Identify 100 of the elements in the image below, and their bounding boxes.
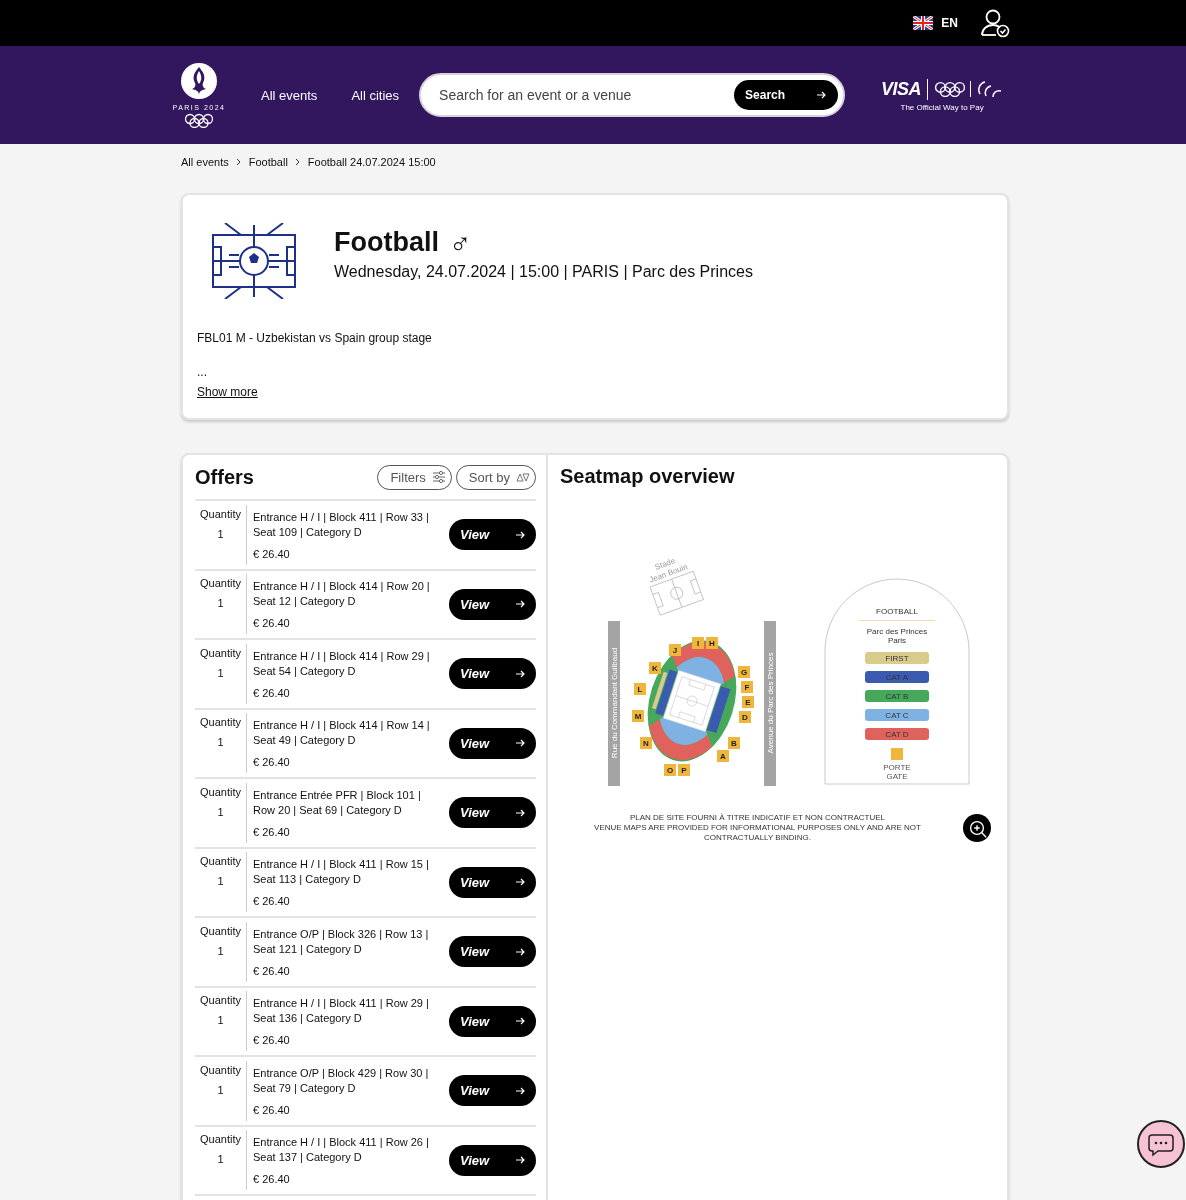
ellipsis-text: ... [197,365,208,379]
offer-price: € 26.40 [253,825,291,838]
quantity-value: 1 [217,666,224,679]
show-more-link[interactable]: Show more [197,385,258,399]
gate-marker: B [728,737,740,749]
offer-price: € 26.40 [253,617,291,630]
view-button[interactable]: View [449,866,536,898]
chevron-right-icon [294,158,301,166]
category-legend-item: CAT B [865,690,929,702]
view-button[interactable]: View [449,519,536,551]
category-legend-item: CAT C [865,709,929,721]
gate-marker: K [649,662,661,674]
category-legend-item: CAT D [865,728,929,740]
map-disclaimer: PLAN DE SITE FOURNI À TITRE INDICATIF ET NON CONTRACTUEL [628,813,887,823]
gate-legend-label: GATE [886,772,908,781]
offer-price: € 26.40 [253,964,291,977]
quantity-label: Quantity [200,994,241,1007]
flag-icon[interactable] [913,16,934,30]
chat-button[interactable] [1137,1120,1185,1168]
zoom-in-button[interactable] [963,814,991,842]
city-name: Paris [887,636,907,645]
arrow-right-icon [515,738,525,749]
view-button[interactable]: View [449,727,536,759]
nav-link[interactable]: All cities [351,87,400,103]
offer-price: € 26.40 [253,1034,291,1047]
male-symbol: ♂ [449,227,472,258]
gate-marker: E [742,696,754,708]
quantity-value: 1 [217,944,224,957]
sliders-icon [431,470,446,484]
offer-price: € 26.40 [253,686,291,699]
chat-bubble-icon [1148,1131,1174,1157]
quantity-label: Quantity [200,646,241,659]
gate-marker: J [669,644,681,656]
breadcrumb-link[interactable]: All events [181,156,229,168]
nav-link[interactable]: All events [261,87,318,103]
event-description: FBL01 M - Uzbekistan vs Spain group stage [197,331,433,345]
category-legend-item: CAT A [865,671,929,683]
offer-description: Entrance H / I | Block 414 | Row 20 | Seat 12 | Category D [253,579,431,610]
gate-marker: G [738,666,750,678]
view-button[interactable]: View [449,797,536,829]
quantity-value: 1 [217,1153,224,1166]
view-button[interactable]: View [449,936,536,968]
offer-price: € 26.40 [253,1173,291,1186]
offer-description: Entrance H / I | Block 414 | Row 14 | Seat 49 | Category D [253,718,431,749]
flame-emblem-icon [180,62,218,100]
quantity-value: 1 [217,1014,224,1027]
view-button[interactable]: View [449,1144,536,1176]
offer-description: Entrance H / I | Block 414 | Row 29 | Seat 54 | Category D [253,648,431,679]
offer-price: € 26.40 [253,895,291,908]
arrow-right-icon [515,946,525,957]
event-title: Football [334,227,439,258]
view-button[interactable]: View [449,1005,536,1037]
breadcrumb-link[interactable]: Football 24.07.2024 15:00 [307,156,436,168]
quantity-value: 1 [217,875,224,888]
arrow-right-icon [816,90,827,100]
quantity-label: Quantity [200,577,241,590]
filters-button[interactable]: Filters [377,464,452,490]
gate-marker: I [692,637,704,649]
arrow-right-icon [515,668,525,679]
offer-description: Entrance H / I | Block 411 | Row 15 | Seat 113 | Category D [253,857,430,888]
category-legend-item: FIRST [865,652,929,664]
seatmap-title: Seatmap overview [560,465,736,488]
quantity-value: 1 [217,805,224,818]
gate-legend-marker [891,748,903,760]
language-selector[interactable]: EN [941,16,958,30]
search-field[interactable]: Search for an event or a venue Search [419,73,846,117]
user-account-icon[interactable] [980,8,1010,38]
quantity-value: 1 [217,527,224,540]
sort-button[interactable]: Sort by [455,464,536,490]
offer-description: Entrance H / I | Block 411 | Row 29 | Seat 136 | Category D [253,996,430,1027]
venue-name: Parc des Princes [866,627,928,636]
football-pitch-icon [211,223,297,299]
offer-price: € 26.40 [253,547,291,560]
gate-marker: N [640,737,652,749]
quantity-label: Quantity [200,855,241,868]
offer-price: € 26.40 [253,1103,291,1116]
arrow-right-icon [515,877,525,888]
gate-marker: L [634,683,646,695]
search-button[interactable]: Search [734,80,839,110]
street-label: Avenue du Parc des Princes [764,621,776,786]
quantity-label: Quantity [200,1063,241,1076]
view-button[interactable]: View [449,588,536,620]
olympic-rings-icon [184,113,214,128]
offers-title: Offers [195,465,255,489]
breadcrumb-link[interactable]: Football [248,156,288,168]
offer-description: Entrance O/P | Block 429 | Row 30 | Seat 79 | Category D [253,1065,430,1096]
gate-marker: A [717,750,729,762]
quantity-label: Quantity [200,785,241,798]
legend-title: FOOTBALL [876,607,918,616]
view-button[interactable]: View [449,658,536,690]
arrow-right-icon [515,807,525,818]
sponsor-logo: VISA [881,78,929,100]
offer-description: Entrance O/P | Block 326 | Row 13 | Seat 121 | Category D [253,926,430,957]
view-button[interactable]: View [449,1075,536,1107]
offer-description: Entrance Entrée PFR | Block 101 | Row 20 | Seat 69 | Category D [253,787,422,818]
gate-marker: H [706,637,718,649]
map-disclaimer: VENUE MAPS ARE PROVIDED FOR INFORMATIONAL PURPOSES ONLY AND ARE NOT CONTRACTUALLY BINDING. [593,823,922,843]
gate-marker: O [664,764,676,776]
quantity-value: 1 [217,1083,224,1096]
gate-marker: M [632,710,644,722]
